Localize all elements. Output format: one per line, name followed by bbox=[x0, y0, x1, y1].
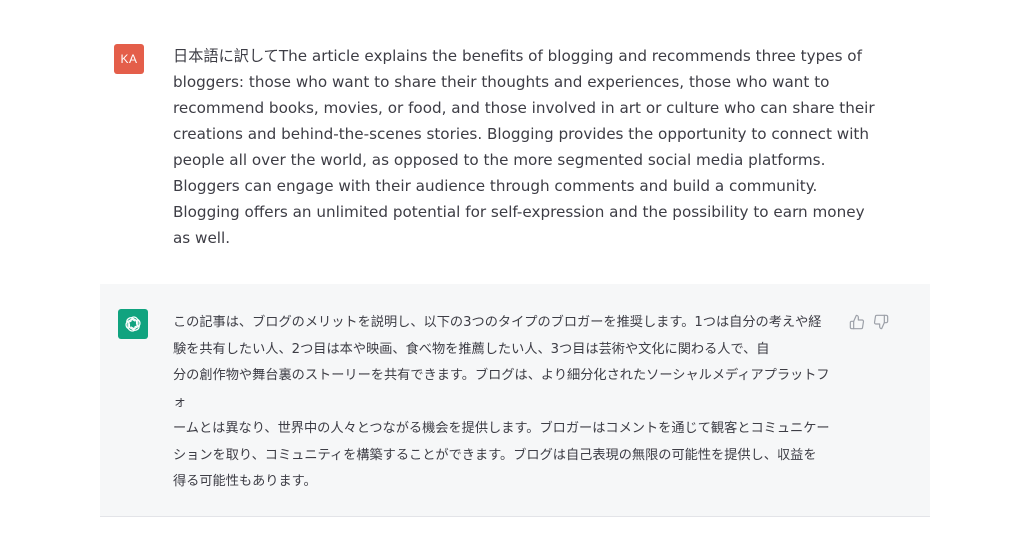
user-message-line: as well. bbox=[173, 229, 231, 247]
user-message-line: people all over the world, as opposed to… bbox=[173, 151, 826, 169]
user-message-text: 日本語に訳してThe article explains the benefits… bbox=[173, 43, 888, 251]
assistant-avatar bbox=[118, 309, 148, 339]
assistant-message-line: ションを取り、コミュニティを構築することができます。ブログは自己表現の無限の可能… bbox=[173, 447, 817, 463]
assistant-message-line: 験を共有したい人、2つ目は本や映画、食べ物を推薦したい人、3つ目は芸術や文化に関… bbox=[173, 341, 770, 357]
thumbs-up-button[interactable] bbox=[848, 313, 866, 331]
assistant-message-line: この記事は、ブログのメリットを説明し、以下の3つのタイプのブロガーを推奨します。… bbox=[173, 315, 822, 330]
user-avatar: KA bbox=[114, 44, 144, 74]
user-avatar-initials: KA bbox=[120, 52, 138, 66]
thumbs-up-icon bbox=[849, 314, 865, 330]
user-message-line: Blogging offers an unlimited potential f… bbox=[173, 203, 865, 221]
assistant-message-text: この記事は、ブログのメリットを説明し、以下の3つのタイプのブロガーを推奨します。… bbox=[173, 310, 833, 496]
thumbs-down-icon bbox=[873, 314, 889, 330]
assistant-message-line: 分の創作物や舞台裏のストーリーを共有できます。ブログは、より細分化されたソーシャ… bbox=[173, 368, 830, 410]
user-message-row: KA 日本語に訳してThe article explains the benef… bbox=[100, 28, 930, 284]
thumbs-down-button[interactable] bbox=[872, 313, 890, 331]
openai-logo-icon bbox=[125, 316, 141, 332]
chat-conversation: KA 日本語に訳してThe article explains the benef… bbox=[0, 0, 1024, 538]
feedback-buttons bbox=[848, 313, 890, 331]
user-message-line: recommend books, movies, or food, and th… bbox=[173, 99, 875, 117]
user-message-line: bloggers: those who want to share their … bbox=[173, 73, 830, 91]
assistant-message-line: 得る可能性もあります。 bbox=[173, 474, 317, 489]
user-message-line: creations and behind-the-scenes stories.… bbox=[173, 125, 869, 143]
user-message-line: Bloggers can engage with their audience … bbox=[173, 177, 818, 195]
user-message-line: 日本語に訳してThe article explains the benefits… bbox=[173, 47, 862, 65]
assistant-message-row: この記事は、ブログのメリットを説明し、以下の3つのタイプのブロガーを推奨します。… bbox=[100, 284, 930, 517]
assistant-message-line: ームとは異なり、世界中の人々とつながる機会を提供します。ブロガーはコメントを通じ… bbox=[173, 421, 830, 436]
